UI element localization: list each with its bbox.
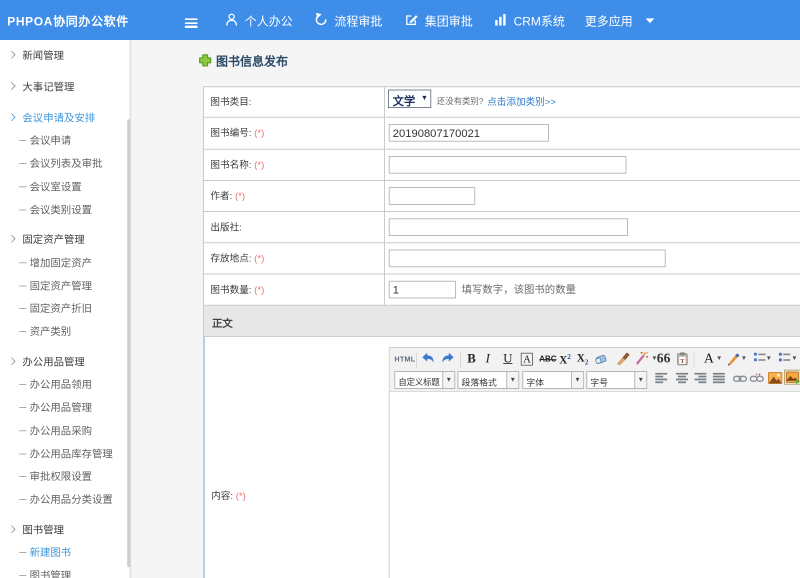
svg-text:T: T bbox=[680, 357, 685, 364]
